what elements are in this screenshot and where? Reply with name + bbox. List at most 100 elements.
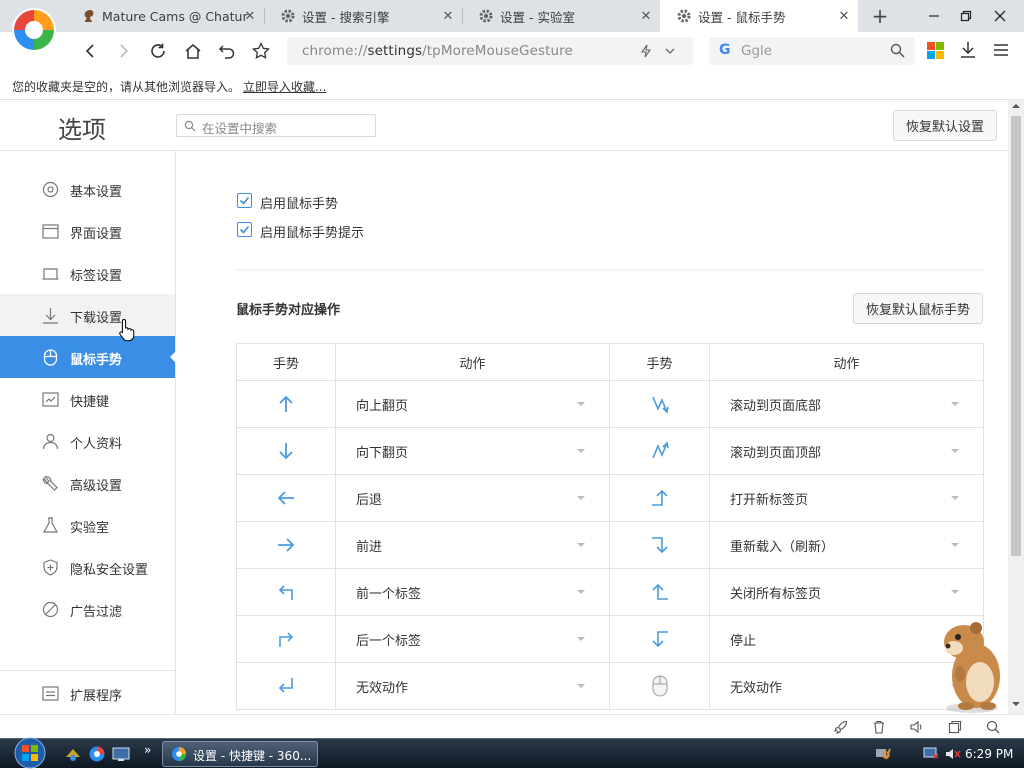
extensions-icon: [42, 686, 59, 701]
scrollbar-thumb[interactable]: [1011, 116, 1021, 556]
action-select[interactable]: 滚动到页面顶部: [709, 427, 984, 475]
action-select[interactable]: 打开新标签页: [709, 474, 984, 522]
import-bookmarks-link[interactable]: 立即导入收藏...: [243, 78, 326, 95]
sidebar-item-mouse-gesture[interactable]: 鼠标手势: [0, 336, 176, 378]
settings-search-input[interactable]: 在设置中搜索: [176, 114, 376, 137]
column-header: 手势: [236, 343, 336, 381]
sidebar-item-label: 实验室: [70, 521, 110, 536]
search-icon[interactable]: [890, 43, 905, 58]
sidebar-item-download[interactable]: 下载设置: [0, 294, 175, 336]
action-select[interactable]: 滚动到页面底部: [709, 380, 984, 428]
action-select[interactable]: 后退: [335, 474, 610, 522]
quicklaunch-browser-icon[interactable]: [88, 745, 106, 763]
sidebar-item-advanced[interactable]: 高级设置: [0, 462, 175, 504]
sidebar-item-extensions[interactable]: 扩展程序: [0, 672, 175, 714]
tab-search-engine[interactable]: 设置 - 搜索引擎 ✕: [264, 0, 462, 32]
tab-label: Mature Cams @ Chatur: [102, 8, 248, 24]
action-select[interactable]: 关闭所有标签页: [709, 568, 984, 616]
shield-icon: [43, 559, 58, 576]
action-select[interactable]: 无效动作: [335, 662, 610, 710]
action-label: 后一个标签: [356, 633, 422, 649]
forward-button[interactable]: [111, 38, 137, 64]
tab-lab[interactable]: 设置 - 实验室 ✕: [462, 0, 660, 32]
page-scrollbar[interactable]: [1008, 100, 1024, 714]
action-select[interactable]: 重新载入（刷新）: [709, 521, 984, 569]
sidebar-item-privacy[interactable]: 隐私安全设置: [0, 546, 175, 588]
menu-icon[interactable]: [993, 42, 1009, 58]
reset-gesture-button[interactable]: 恢复默认鼠标手势: [853, 293, 983, 324]
gesture-cell: [236, 427, 336, 475]
enable-gesture-tip-label[interactable]: 启用鼠标手势提示: [260, 222, 364, 241]
trash-icon[interactable]: [872, 720, 886, 734]
taskbar-window-label: 设置 - 快捷键 - 360...: [193, 749, 312, 763]
enable-gesture-checkbox[interactable]: [237, 193, 252, 208]
show-desktop-icon[interactable]: [112, 745, 130, 763]
action-label: 重新载入（刷新）: [730, 539, 835, 555]
tab-mouse-gesture[interactable]: 设置 - 鼠标手势 ✕: [660, 0, 858, 32]
action-label: 前一个标签: [356, 586, 422, 602]
close-icon[interactable]: ✕: [440, 8, 456, 24]
sidebar-item-adblock[interactable]: 广告过滤: [0, 588, 175, 630]
wrench-icon: [42, 476, 58, 491]
flask-icon: [42, 517, 59, 533]
home-button[interactable]: [180, 38, 206, 64]
hamster-mascot-icon[interactable]: [936, 614, 1008, 714]
reset-defaults-button[interactable]: 恢复默认设置: [893, 110, 997, 141]
close-icon[interactable]: ✕: [242, 8, 258, 24]
bookmarks-bar: 您的收藏夹是空的，请从其他浏览器导入。 立即导入收藏...: [0, 70, 1024, 100]
tray-volume-icon[interactable]: [944, 745, 962, 763]
new-tab-button[interactable]: +: [862, 0, 898, 32]
clock[interactable]: 6:29 PM: [965, 747, 1013, 761]
close-icon[interactable]: ✕: [836, 8, 852, 24]
action-label: 前进: [356, 539, 383, 555]
minimize-button[interactable]: [916, 0, 952, 32]
restore-button[interactable]: [948, 0, 984, 32]
apps-icon[interactable]: [927, 42, 944, 59]
close-window-button[interactable]: [982, 0, 1018, 32]
sidebar-item-basic[interactable]: 基本设置: [0, 168, 175, 210]
tab-mature-cams[interactable]: Mature Cams @ Chatur ✕: [64, 0, 264, 32]
tray-network-icon[interactable]: [874, 745, 892, 763]
taskbar-window-button[interactable]: 设置 - 快捷键 - 360...: [162, 741, 318, 767]
lightning-icon[interactable]: [639, 44, 653, 58]
chevron-down-icon[interactable]: [664, 45, 676, 57]
close-icon[interactable]: ✕: [638, 8, 654, 24]
status-bar: [0, 714, 1024, 738]
enable-gesture-label[interactable]: 启用鼠标手势: [260, 193, 338, 212]
sidebar-item-interface[interactable]: 界面设置: [0, 210, 175, 252]
table-row: 前一个标签 关闭所有标签页: [236, 568, 984, 616]
chevron-down-icon: [951, 543, 959, 547]
download-icon[interactable]: [959, 41, 977, 59]
action-select[interactable]: 前进: [335, 521, 610, 569]
sidebar-item-lab[interactable]: 实验室: [0, 504, 175, 546]
address-bar[interactable]: chrome://settings/tpMoreMouseGesture: [287, 37, 693, 65]
speaker-icon[interactable]: [910, 720, 924, 734]
action-select[interactable]: 向下翻页: [335, 427, 610, 475]
tab-label: 设置 - 实验室: [500, 9, 575, 25]
browser-logo[interactable]: [10, 6, 58, 54]
undo-close-button[interactable]: [214, 38, 240, 64]
sidebar-item-profile[interactable]: 个人资料: [0, 420, 175, 462]
zoom-icon[interactable]: [986, 720, 1000, 734]
back-button[interactable]: [77, 38, 103, 64]
search-box[interactable]: G Ggle: [709, 37, 915, 65]
sidebar-item-label: 广告过滤: [70, 605, 123, 620]
action-select[interactable]: 前一个标签: [335, 568, 610, 616]
action-label: 向下翻页: [356, 445, 409, 461]
action-select[interactable]: 后一个标签: [335, 615, 610, 663]
start-button[interactable]: [8, 736, 52, 770]
sidebar-item-label: 快捷键: [70, 395, 110, 410]
taskbar-overflow-icon[interactable]: »: [144, 743, 151, 757]
enable-gesture-tip-checkbox[interactable]: [237, 222, 252, 237]
action-select[interactable]: 向上翻页: [335, 380, 610, 428]
rocket-icon[interactable]: [834, 720, 848, 734]
quicklaunch-icon[interactable]: [64, 745, 82, 763]
sidebar-item-tabs[interactable]: 标签设置: [0, 252, 175, 294]
tray-monitor-icon[interactable]: [922, 745, 940, 763]
url-path: /tpMoreMouseGesture: [422, 43, 573, 59]
star-icon[interactable]: [248, 38, 274, 64]
taskbar: » 设置 - 快捷键 - 360... 6:29 PM: [0, 736, 1024, 770]
window-icon[interactable]: [948, 720, 962, 734]
reload-button[interactable]: [145, 38, 171, 64]
sidebar-item-shortcuts[interactable]: 快捷键: [0, 378, 175, 420]
